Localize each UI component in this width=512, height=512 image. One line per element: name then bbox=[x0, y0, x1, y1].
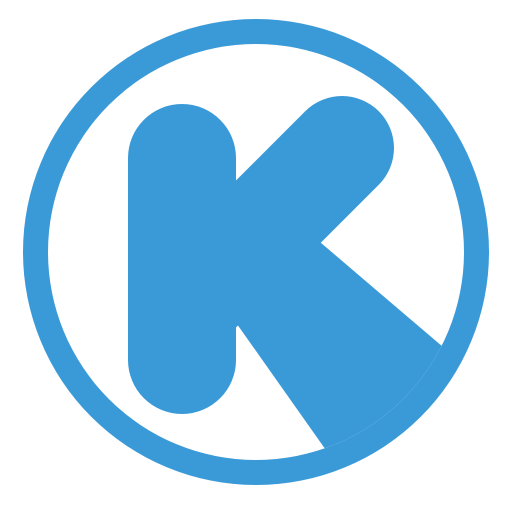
k-letter-logo-icon: K bbox=[23, 19, 489, 485]
app-icon-canvas: K bbox=[0, 0, 512, 512]
